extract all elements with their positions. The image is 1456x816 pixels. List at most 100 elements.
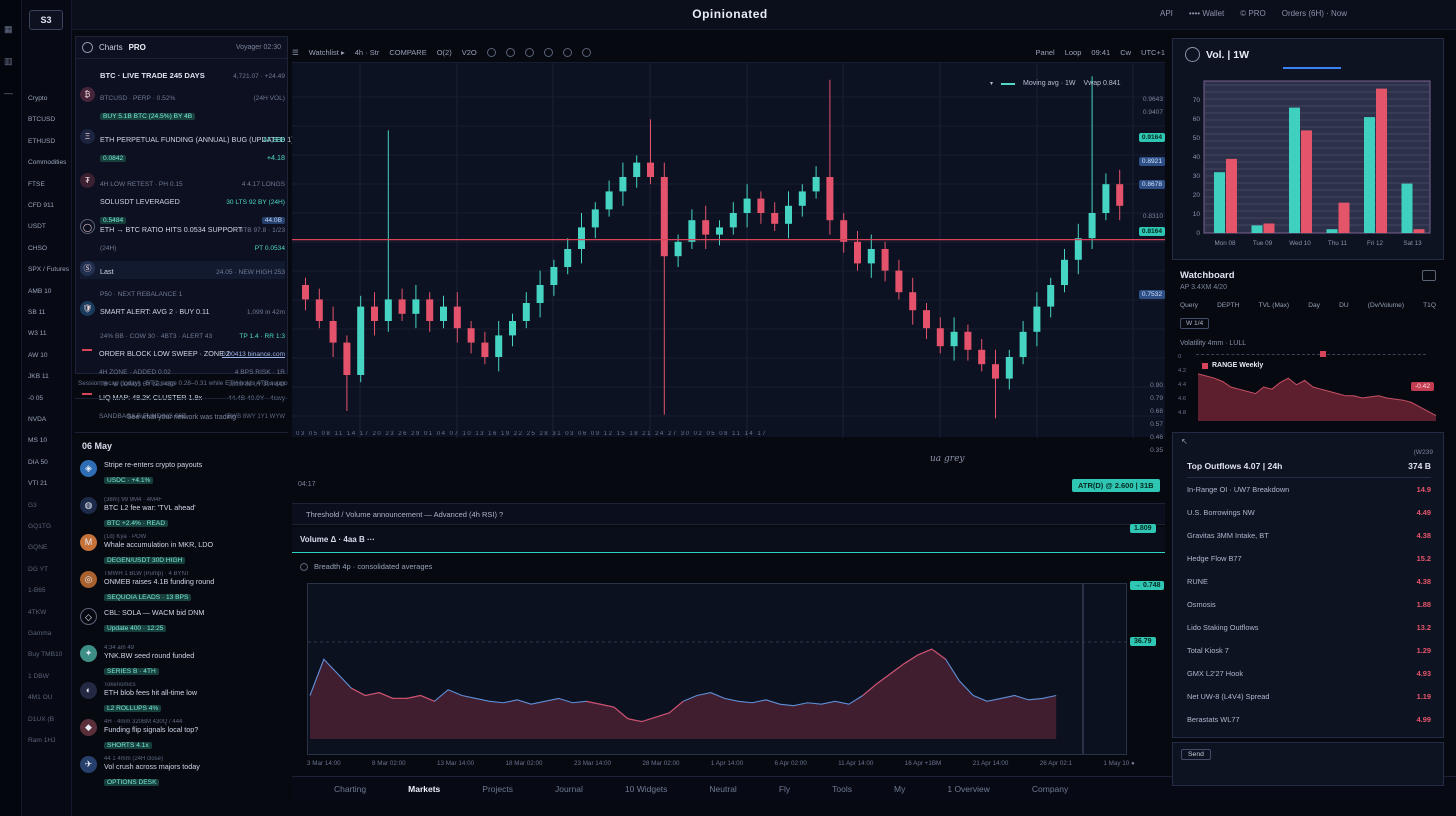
strip-icon-1[interactable]: ▥ bbox=[4, 56, 13, 67]
feed-item[interactable]: ◎TMWH 1 BLW (Pump) · 4 BYNTONMEB raises … bbox=[80, 571, 285, 604]
watchlist-row[interactable]: 24% BB · COW 30 · 4BT3 · ALERT 43TP 1.4 … bbox=[80, 325, 285, 341]
expand-icon[interactable] bbox=[1422, 270, 1436, 281]
watchlist-title[interactable]: Charts bbox=[99, 43, 123, 52]
send-chip[interactable]: Send bbox=[1181, 749, 1211, 760]
sidebar-item-7[interactable]: CHSO bbox=[28, 245, 70, 252]
feed-item[interactable]: ◍(38m) 99 9M4 · 4M4FBTC L2 fee war: 'TVL… bbox=[80, 497, 285, 530]
feed-item[interactable]: M(1d) Kya · POWWhale accumulation in MKR… bbox=[80, 534, 285, 567]
toolbar-left-1[interactable]: 4h · Str bbox=[355, 48, 380, 57]
sidebar-item-18[interactable]: VTI 21 bbox=[28, 480, 70, 487]
tool-circle-icon-0[interactable] bbox=[544, 48, 553, 57]
price-label-plain[interactable]: 0.8310 bbox=[1143, 213, 1163, 220]
feed-item-link[interactable]: Update 400 · 12:25 bbox=[104, 625, 166, 632]
sidebar-item-10[interactable]: SB 11 bbox=[28, 309, 70, 316]
watchlist-row[interactable]: ORDER BLOCK LOW SWEEP · ZONE 24H ZONE · … bbox=[80, 343, 285, 371]
topnav-item-1[interactable]: •••• Wallet bbox=[1189, 9, 1224, 18]
chevron-down-icon[interactable]: ▾ bbox=[990, 80, 993, 87]
sidebar-item-30[interactable]: Ram 1HJ bbox=[28, 737, 70, 744]
feed-item-link[interactable]: L2 ROLLUPS 4% bbox=[104, 705, 161, 712]
feed-item[interactable]: ◆4H · 4mm 320BM 430Q / 444Funding flip s… bbox=[80, 719, 285, 752]
filter-tab-0[interactable]: Query bbox=[1180, 302, 1198, 309]
filter-tab-4[interactable]: DU bbox=[1339, 302, 1349, 309]
footer-tab-journal[interactable]: Journal bbox=[555, 784, 583, 794]
feed-item-link[interactable]: BTC +2.4% · READ bbox=[104, 520, 168, 527]
sidebar-item-0[interactable]: Crypto bbox=[28, 95, 70, 102]
sidebar-item-14[interactable]: -0 05 bbox=[28, 395, 70, 402]
sidebar-item-3[interactable]: Commodities bbox=[28, 159, 70, 166]
sidebar-item-17[interactable]: DIA 50 bbox=[28, 459, 70, 466]
strip-icon-0[interactable]: ▦ bbox=[4, 24, 13, 35]
price-label-plain[interactable]: 0.9407 bbox=[1143, 109, 1163, 116]
footer-tab-projects[interactable]: Projects bbox=[482, 784, 513, 794]
plus-icon[interactable] bbox=[487, 48, 496, 57]
page-chip[interactable]: W 1/4 bbox=[1180, 318, 1209, 329]
sidebar-item-23[interactable]: 1-B65 bbox=[28, 587, 70, 594]
filter-tab-3[interactable]: Day bbox=[1308, 302, 1320, 309]
table-row[interactable]: Lido Staking Outflows13.2 bbox=[1187, 623, 1431, 632]
sidebar-item-16[interactable]: MS 10 bbox=[28, 437, 70, 444]
radio-icon[interactable] bbox=[300, 563, 308, 571]
feed-item[interactable]: ✦4:34 am 49YNK.BW seed round fundedSERIE… bbox=[80, 645, 285, 678]
watchlist-row[interactable]: BTC · LIVE TRADE 245 DAYS4,721.07 · +24.… bbox=[80, 65, 285, 83]
target-icon[interactable] bbox=[506, 48, 515, 57]
sidebar-item-21[interactable]: GQNE bbox=[28, 544, 70, 551]
sidebar-item-5[interactable]: CFD 911 bbox=[28, 202, 70, 209]
watchlist-row[interactable]: LIQ MAP: 48.2K CLUSTER 1.9xSANDBAG/LB FU… bbox=[80, 387, 285, 413]
footer-tab-my[interactable]: My bbox=[894, 784, 905, 794]
feed-item-link[interactable]: SHORTS 4.1x bbox=[104, 742, 152, 749]
sidebar-logo[interactable]: S3 bbox=[29, 10, 63, 30]
feed-item-link[interactable]: DEGEN/USDT 30D HIGH bbox=[104, 557, 185, 564]
footer-tab-10-widgets[interactable]: 10 Widgets bbox=[625, 784, 668, 794]
menu-icon[interactable]: ☰ bbox=[292, 48, 299, 57]
table-row[interactable]: In-Range OI · UW7 Breakdown14.9 bbox=[1187, 485, 1431, 494]
sidebar-item-12[interactable]: AW 10 bbox=[28, 352, 70, 359]
filter-tab-6[interactable]: T1Q bbox=[1423, 302, 1436, 309]
sidebar-item-29[interactable]: D1UX (B bbox=[28, 716, 70, 723]
toolbar-right-0[interactable]: Panel bbox=[1036, 48, 1055, 57]
threshold-question-bar[interactable]: Threshold / Volume announcement — Advanc… bbox=[292, 503, 1165, 525]
topnav-item-3[interactable]: Orders (6H) · Now bbox=[1282, 9, 1347, 18]
topnav-item-0[interactable]: API bbox=[1160, 9, 1173, 18]
table-row[interactable]: U.S. Borrowings NW4.49 bbox=[1187, 508, 1431, 517]
filter-tab-2[interactable]: TVL (Max) bbox=[1259, 302, 1290, 309]
filter-tab-5[interactable]: (Dv/Volume) bbox=[1368, 302, 1404, 309]
avatar[interactable] bbox=[82, 42, 93, 53]
footer-tab-company[interactable]: Company bbox=[1032, 784, 1068, 794]
feed-item[interactable]: ◇CBL: SOLA — WACM bid DNMUpdate 400 · 12… bbox=[80, 608, 285, 635]
sidebar-item-11[interactable]: W3 11 bbox=[28, 330, 70, 337]
grid-icon[interactable] bbox=[525, 48, 534, 57]
feed-item-link[interactable]: OPTIONS DESK bbox=[104, 779, 159, 786]
footer-tab-1-overview[interactable]: 1 Overview bbox=[947, 784, 990, 794]
breadth-area-chart[interactable] bbox=[307, 583, 1127, 755]
price-label-blue[interactable]: 0.7532 bbox=[1139, 290, 1165, 299]
feed-item[interactable]: ✈44 1 4mm (24H close)Vol crush across ma… bbox=[80, 756, 285, 789]
footer-tab-fly[interactable]: Fly bbox=[779, 784, 790, 794]
sidebar-item-9[interactable]: AMB 10 bbox=[28, 288, 70, 295]
sidebar-item-20[interactable]: GQ1TG bbox=[28, 523, 70, 530]
toolbar-right-2[interactable]: 09:41 bbox=[1091, 48, 1110, 57]
volume-section-header[interactable]: Volume Δ · 4aa B ··· bbox=[292, 527, 1165, 553]
table-row[interactable]: Berastats WL774.99 bbox=[1187, 715, 1431, 724]
toolbar-right-4[interactable]: UTC+1 bbox=[1141, 48, 1165, 57]
topnav-item-2[interactable]: © PRO bbox=[1240, 9, 1265, 18]
table-row[interactable]: Osmosis1.88 bbox=[1187, 600, 1431, 609]
sidebar-item-25[interactable]: Gamma bbox=[28, 630, 70, 637]
sidebar-item-27[interactable]: 1 DBW bbox=[28, 673, 70, 680]
table-row[interactable]: Total Kiosk 71.29 bbox=[1187, 646, 1431, 655]
watchlist-row[interactable]: ΞETH PERPETUAL FUNDING (ANNUAL) BUG (UPD… bbox=[80, 129, 285, 171]
table-row[interactable]: Hedge Flow B7715.2 bbox=[1187, 554, 1431, 563]
time-axis-ticks[interactable]: 03 05 08 11 14 17 20 23 26 29 01 04 07 1… bbox=[296, 431, 1136, 437]
watchlist-row[interactable]: ₮4H LOW RETEST · PH 0.15SOLUSDT LEVERAGE… bbox=[80, 173, 285, 217]
sidebar-item-1[interactable]: BTCUSD bbox=[28, 116, 70, 123]
sidebar-item-2[interactable]: ETHUSD bbox=[28, 138, 70, 145]
sidebar-item-6[interactable]: USDT bbox=[28, 223, 70, 230]
watchlist-row[interactable]: P50 · NEXT REBALANCE 1 bbox=[80, 283, 285, 299]
table-row[interactable]: RUNE4.38 bbox=[1187, 577, 1431, 586]
sidebar-item-26[interactable]: Buy TMB10 bbox=[28, 651, 70, 658]
feed-item[interactable]: ◐TokenomicsETH blob fees hit all-time lo… bbox=[80, 682, 285, 715]
sidebar-item-24[interactable]: 4TKW bbox=[28, 609, 70, 616]
price-label-teal[interactable]: 0.9164 bbox=[1139, 133, 1165, 142]
watchlist-row[interactable]: ◯ETH → BTC RATIO HITS 0.0534 SUPPORT(24H… bbox=[80, 219, 285, 259]
sidebar-item-28[interactable]: 4M1 OU bbox=[28, 694, 70, 701]
toolbar-right-3[interactable]: Cw bbox=[1120, 48, 1131, 57]
